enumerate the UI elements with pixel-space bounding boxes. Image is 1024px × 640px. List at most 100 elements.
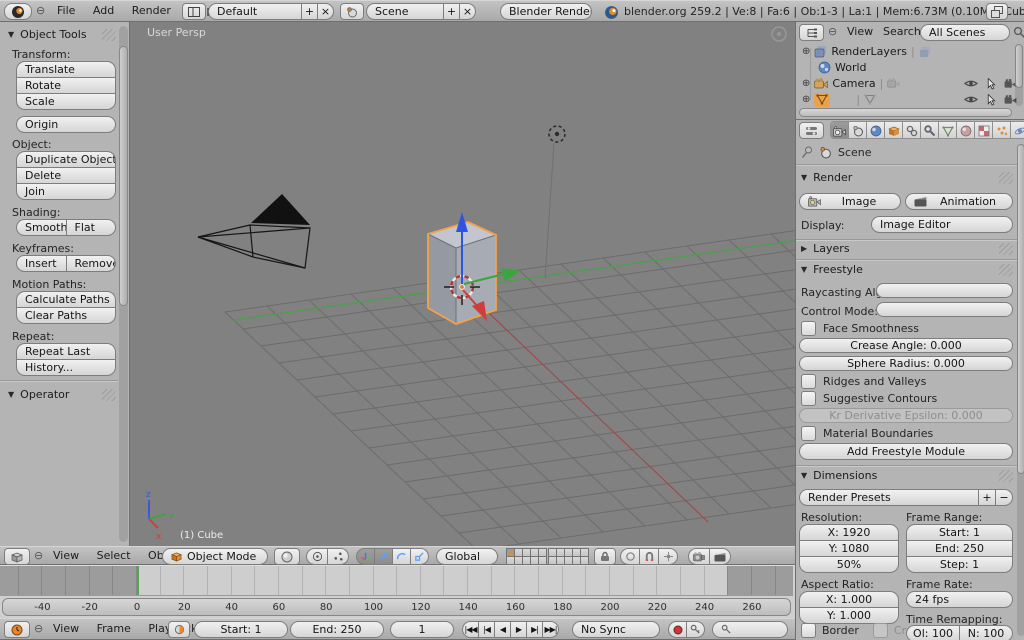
frame-end-field[interactable]: End: 250 bbox=[290, 621, 384, 638]
scale-button[interactable]: Scale bbox=[16, 93, 116, 110]
tab-world[interactable] bbox=[866, 122, 884, 139]
pivot-point-selector[interactable] bbox=[306, 548, 328, 565]
delete-scene-button[interactable]: × bbox=[459, 3, 476, 20]
view-rotate-widget[interactable] bbox=[772, 27, 786, 41]
mode-selector[interactable]: Object Mode bbox=[162, 548, 268, 565]
layer-cell[interactable] bbox=[581, 549, 588, 556]
remap-new-field[interactable]: N: 100 bbox=[959, 625, 1013, 640]
visibility-eye-icon[interactable] bbox=[964, 95, 978, 104]
crop-checkbox[interactable] bbox=[873, 623, 888, 638]
selectable-cursor-icon[interactable] bbox=[986, 78, 996, 90]
layer-cell[interactable] bbox=[539, 549, 546, 556]
clear-paths-button[interactable]: Clear Paths bbox=[16, 307, 116, 324]
add-freestyle-module-button[interactable]: Add Freestyle Module bbox=[799, 443, 1013, 460]
layer-cell[interactable] bbox=[531, 557, 538, 564]
calculate-paths-button[interactable]: Calculate Paths bbox=[16, 291, 116, 308]
translate-manipulator-toggle[interactable] bbox=[374, 548, 393, 565]
sync-mode-selector[interactable]: No Sync bbox=[572, 621, 660, 638]
dimensions-panel-header[interactable]: ▼ Dimensions bbox=[801, 469, 1013, 482]
scene-icon-button[interactable] bbox=[340, 3, 364, 20]
prev-keyframe-button[interactable]: |◀ bbox=[478, 621, 495, 638]
autokey-record-button[interactable] bbox=[668, 621, 687, 638]
material-boundaries-checkbox[interactable] bbox=[801, 426, 816, 441]
menu-view[interactable]: View bbox=[840, 22, 880, 42]
play-button[interactable]: ▶ bbox=[510, 621, 527, 638]
ridges-valleys-checkbox[interactable] bbox=[801, 374, 816, 389]
layers-panel-header[interactable]: ▶ Layers bbox=[801, 242, 1013, 255]
menu-file[interactable]: File bbox=[50, 1, 82, 21]
collapse-menus-icon[interactable]: ⊖ bbox=[36, 4, 45, 17]
layer-cell[interactable] bbox=[573, 557, 580, 564]
tab-particles[interactable] bbox=[992, 122, 1010, 139]
timeline-tracks[interactable] bbox=[0, 566, 793, 596]
panel-grip[interactable] bbox=[999, 172, 1013, 184]
tool-shelf-scrollbar[interactable] bbox=[119, 46, 128, 306]
tab-constraints[interactable] bbox=[902, 122, 920, 139]
render-opengl-anim-button[interactable] bbox=[709, 548, 731, 565]
tab-object-data[interactable] bbox=[938, 122, 956, 139]
visibility-eye-icon[interactable] bbox=[964, 79, 978, 88]
editor-type-button-outliner[interactable] bbox=[799, 24, 824, 41]
outliner-row-renderlayers[interactable]: ⊕ RenderLayers | bbox=[802, 44, 1002, 59]
frame-end-field[interactable]: End: 250 bbox=[906, 540, 1013, 557]
add-preset-button[interactable]: + bbox=[978, 489, 996, 506]
selectable-cursor-icon[interactable] bbox=[986, 94, 996, 106]
breadcrumb-scene[interactable]: Scene bbox=[838, 146, 872, 159]
blender-menu-button[interactable] bbox=[4, 3, 32, 20]
translate-button[interactable]: Translate bbox=[16, 61, 116, 78]
render-engine-selector[interactable]: Blender Render bbox=[500, 3, 592, 20]
outliner-row-mesh[interactable]: ⊕ | bbox=[802, 92, 1017, 107]
tab-physics[interactable] bbox=[1010, 122, 1024, 139]
layer-cell[interactable] bbox=[557, 549, 564, 556]
panel-grip[interactable] bbox=[102, 389, 116, 401]
menu-select[interactable]: Select bbox=[90, 546, 138, 566]
timeline-ruler[interactable]: -40-200204060801001201401601802002202402… bbox=[2, 598, 791, 616]
display-selector[interactable]: Image Editor bbox=[871, 216, 1013, 233]
menu-add[interactable]: Add bbox=[86, 1, 121, 21]
insert-keyframe-button[interactable]: Insert bbox=[16, 255, 67, 272]
render-panel-header[interactable]: ▼ Render bbox=[801, 171, 1013, 184]
frame-start-field[interactable]: Start: 1 bbox=[906, 524, 1013, 541]
resolution-y-field[interactable]: Y: 1080 bbox=[799, 540, 899, 557]
preview-range-toggle[interactable] bbox=[168, 621, 190, 638]
layer-cell[interactable] bbox=[581, 557, 588, 564]
play-reverse-button[interactable]: ◀ bbox=[494, 621, 511, 638]
screen-layout-icon-button[interactable] bbox=[182, 3, 206, 20]
snap-element-selector[interactable] bbox=[658, 548, 678, 565]
layer-cell[interactable] bbox=[507, 557, 514, 564]
tab-scene[interactable] bbox=[848, 122, 866, 139]
editor-type-button-3dview[interactable] bbox=[4, 548, 30, 565]
editor-type-button-timeline[interactable] bbox=[4, 621, 30, 638]
layer-cell[interactable] bbox=[573, 549, 580, 556]
jump-to-end-button[interactable]: ▶▶| bbox=[542, 621, 559, 638]
remove-preset-button[interactable]: − bbox=[995, 489, 1013, 506]
layer-cell[interactable] bbox=[549, 557, 556, 564]
sphere-radius-slider[interactable]: Sphere Radius: 0.000 bbox=[799, 356, 1013, 371]
panel-grip[interactable] bbox=[999, 243, 1013, 255]
add-scene-button[interactable]: + bbox=[443, 3, 460, 20]
duplicate-window-button[interactable] bbox=[986, 3, 1008, 20]
border-checkbox[interactable] bbox=[801, 623, 816, 638]
layer-cell[interactable] bbox=[539, 557, 546, 564]
raycasting-selector[interactable] bbox=[876, 283, 1013, 298]
layer-cell[interactable] bbox=[523, 557, 530, 564]
snap-toggle[interactable] bbox=[639, 548, 659, 565]
join-button[interactable]: Join bbox=[16, 183, 116, 200]
expand-icon[interactable]: ⊕ bbox=[802, 46, 810, 57]
pin-icon[interactable] bbox=[801, 146, 813, 159]
tab-object[interactable] bbox=[884, 122, 902, 139]
layer-grid-1[interactable] bbox=[506, 548, 547, 565]
properties-scrollbar[interactable] bbox=[1017, 144, 1024, 474]
face-smoothness-checkbox[interactable] bbox=[801, 321, 816, 336]
jump-to-start-button[interactable]: |◀◀ bbox=[462, 621, 479, 638]
menu-render[interactable]: Render bbox=[125, 1, 178, 21]
current-frame-playhead[interactable] bbox=[137, 566, 139, 595]
delete-button[interactable]: Delete bbox=[16, 167, 116, 184]
manipulate-centers-toggle[interactable] bbox=[327, 548, 349, 565]
rotate-button[interactable]: Rotate bbox=[16, 77, 116, 94]
outliner-scope-selector[interactable]: All Scenes bbox=[920, 24, 1010, 41]
editor-type-button-properties[interactable] bbox=[799, 122, 824, 139]
next-keyframe-button[interactable]: ▶| bbox=[526, 621, 543, 638]
outliner-h-scrollbar[interactable] bbox=[799, 108, 1012, 117]
remap-old-field[interactable]: Ol: 100 bbox=[906, 625, 960, 640]
